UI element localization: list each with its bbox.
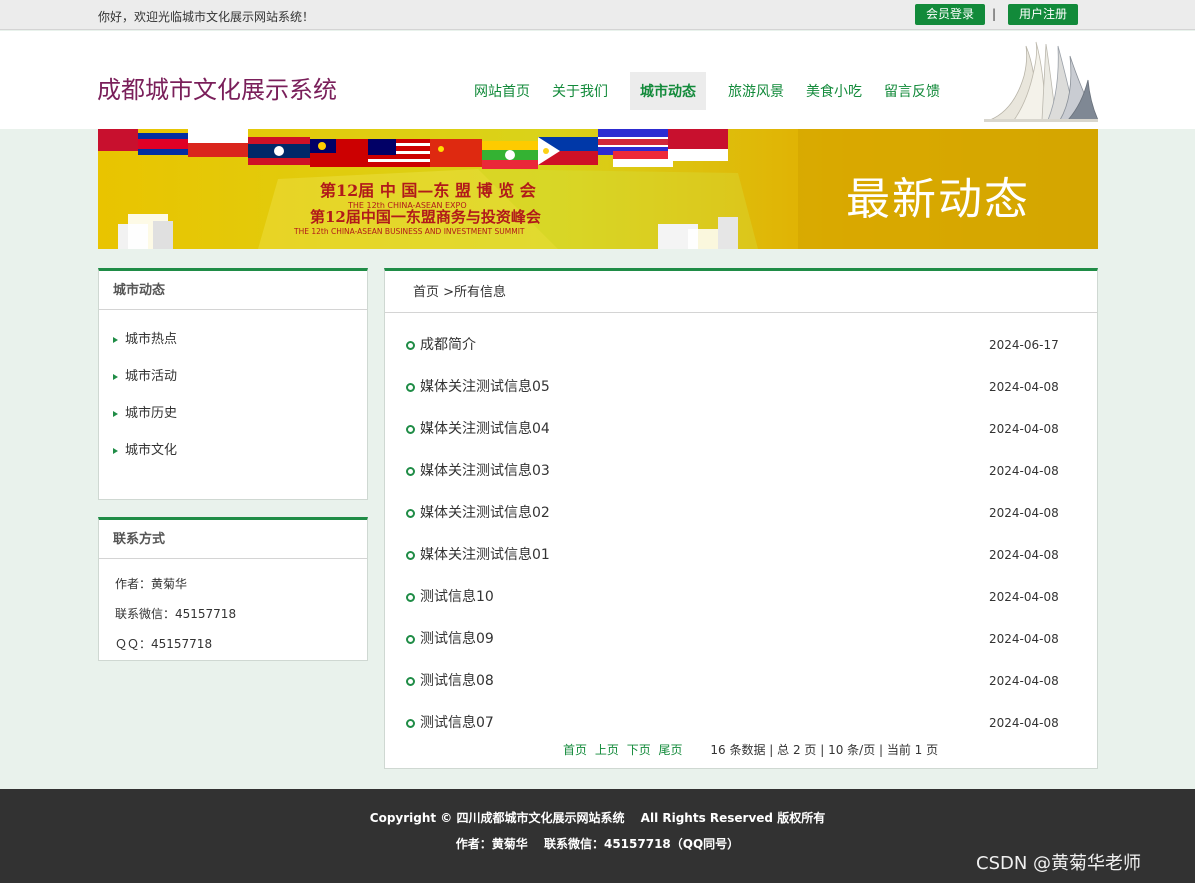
news-date: 2024-04-08: [989, 548, 1059, 562]
news-panel: 首页 >所有信息 成都简介 2024-06-17 媒体关注测试信息05 2024-0…: [384, 268, 1098, 769]
category-item-culture[interactable]: 城市文化: [99, 433, 367, 470]
nav-item-travel[interactable]: 旅游风景: [728, 72, 784, 110]
news-date: 2024-04-08: [989, 464, 1059, 478]
category-item-history[interactable]: 城市历史: [99, 396, 367, 433]
csdn-watermark: CSDN @黄菊华老师: [976, 853, 1142, 874]
news-item[interactable]: 测试信息07 2024-04-08: [385, 702, 1097, 744]
pager-last-link[interactable]: 尾页: [659, 743, 683, 757]
site-footer: Copyright © 四川成都城市文化展示网站系统 All Rights Re…: [0, 789, 1195, 883]
expo-text-line2-en: THE 12th CHINA-ASEAN BUSINESS AND INVEST…: [293, 227, 525, 236]
news-item[interactable]: 测试信息08 2024-04-08: [385, 660, 1097, 702]
bullet-circle-icon: [406, 677, 415, 686]
separator: |: [992, 7, 997, 21]
news-title[interactable]: 媒体关注测试信息01: [420, 534, 550, 576]
news-title[interactable]: 测试信息09: [420, 618, 494, 660]
expo-text-line2: 第12届中国一东盟商务与投资峰会: [310, 208, 541, 226]
news-item[interactable]: 媒体关注测试信息05 2024-04-08: [385, 366, 1097, 408]
bullet-circle-icon: [406, 593, 415, 602]
bullet-circle-icon: [406, 383, 415, 392]
contact-panel: 联系方式 作者：黄菊华 联系微信：45157718 ＱＱ：45157718: [98, 517, 368, 661]
arrow-right-icon: [113, 448, 118, 454]
bullet-circle-icon: [406, 467, 415, 476]
category-label: 城市热点: [125, 332, 178, 347]
top-bar: 你好，欢迎光临城市文化展示网站系统！ 会员登录 | 用户注册: [0, 0, 1195, 30]
category-label: 城市文化: [125, 443, 178, 458]
news-item[interactable]: 媒体关注测试信息03 2024-04-08: [385, 450, 1097, 492]
news-item[interactable]: 成都简介 2024-06-17: [385, 324, 1097, 366]
nav-item-home[interactable]: 网站首页: [474, 72, 530, 110]
category-label: 城市活动: [125, 369, 178, 384]
news-date: 2024-04-08: [989, 590, 1059, 604]
news-date: 2024-04-08: [989, 674, 1059, 688]
news-item[interactable]: 媒体关注测试信息01 2024-04-08: [385, 534, 1097, 576]
category-panel: 城市动态 城市热点 城市活动 城市历史 城市文化: [98, 268, 368, 500]
pager-next-link[interactable]: 下页: [627, 743, 651, 757]
category-item-activity[interactable]: 城市活动: [99, 359, 367, 396]
contact-panel-title: 联系方式: [99, 520, 367, 559]
hero-banner: 第12届 中 国—东 盟 博 览 会 THE 12th CHINA-ASEAN …: [98, 129, 1098, 249]
bullet-circle-icon: [406, 635, 415, 644]
welcome-text: 你好，欢迎光临城市文化展示网站系统！: [98, 10, 315, 24]
banner-title: 最新动态: [846, 174, 1030, 225]
news-title[interactable]: 成都简介: [420, 324, 476, 366]
nav-item-city-news[interactable]: 城市动态: [630, 72, 706, 110]
site-title: 成都城市文化展示系统: [97, 76, 337, 104]
arrow-right-icon: [113, 374, 118, 380]
pagination: 首页 上页 下页 尾页 16 条数据 | 总 2 页 | 10 条/页 | 当前…: [563, 741, 938, 758]
news-title[interactable]: 媒体关注测试信息03: [420, 450, 550, 492]
news-title[interactable]: 测试信息08: [420, 660, 494, 702]
expo-text-line1: 第12届 中 国—东 盟 博 览 会: [320, 181, 536, 200]
news-item[interactable]: 测试信息09 2024-04-08: [385, 618, 1097, 660]
login-button[interactable]: 会员登录: [915, 4, 985, 25]
bullet-circle-icon: [406, 425, 415, 434]
news-item[interactable]: 媒体关注测试信息02 2024-04-08: [385, 492, 1097, 534]
news-title[interactable]: 媒体关注测试信息04: [420, 408, 550, 450]
breadcrumb: 首页 >所有信息: [385, 271, 1097, 313]
category-list: 城市热点 城市活动 城市历史 城市文化: [99, 310, 367, 470]
bullet-circle-icon: [406, 341, 415, 350]
arrow-right-icon: [113, 411, 118, 417]
bullet-circle-icon: [406, 551, 415, 560]
pager-first-link[interactable]: 首页: [563, 743, 587, 757]
news-list: 成都简介 2024-06-17 媒体关注测试信息05 2024-04-08 媒体关注…: [385, 313, 1097, 744]
pager-info: 16 条数据 | 总 2 页 | 10 条/页 | 当前 1 页: [710, 743, 939, 757]
news-date: 2024-06-17: [989, 338, 1059, 352]
news-title[interactable]: 测试信息10: [420, 576, 494, 618]
footer-copyright: Copyright © 四川成都城市文化展示网站系统 All Rights Re…: [369, 811, 826, 825]
nav-item-food[interactable]: 美食小吃: [806, 72, 862, 110]
news-date: 2024-04-08: [989, 380, 1059, 394]
nav-item-feedback[interactable]: 留言反馈: [884, 72, 940, 110]
news-date: 2024-04-08: [989, 632, 1059, 646]
pager-prev-link[interactable]: 上页: [595, 743, 619, 757]
news-date: 2024-04-08: [989, 422, 1059, 436]
contact-wechat: 联系微信：45157718: [115, 607, 237, 621]
news-title[interactable]: 媒体关注测试信息05: [420, 366, 550, 408]
register-button[interactable]: 用户注册: [1008, 4, 1078, 25]
nav-item-about[interactable]: 关于我们: [552, 72, 608, 110]
contact-qq: ＱＱ：45157718: [115, 637, 213, 651]
category-label: 城市历史: [125, 406, 178, 421]
news-date: 2024-04-08: [989, 506, 1059, 520]
arrow-right-icon: [113, 337, 118, 343]
news-title[interactable]: 测试信息07: [420, 702, 494, 744]
category-panel-title: 城市动态: [99, 271, 367, 310]
bullet-circle-icon: [406, 719, 415, 728]
landmark-logo-icon: [984, 41, 1098, 122]
category-item-hot[interactable]: 城市热点: [99, 322, 367, 359]
site-header: 成都城市文化展示系统 网站首页 关于我们 城市动态 旅游风景 美食小吃 留言反馈: [0, 31, 1195, 129]
news-date: 2024-04-08: [989, 716, 1059, 730]
news-title[interactable]: 媒体关注测试信息02: [420, 492, 550, 534]
contact-list: 作者：黄菊华 联系微信：45157718 ＱＱ：45157718: [99, 559, 367, 659]
news-item[interactable]: 媒体关注测试信息04 2024-04-08: [385, 408, 1097, 450]
contact-author: 作者：黄菊华: [115, 577, 188, 591]
news-item[interactable]: 测试信息10 2024-04-08: [385, 576, 1097, 618]
bullet-circle-icon: [406, 509, 415, 518]
